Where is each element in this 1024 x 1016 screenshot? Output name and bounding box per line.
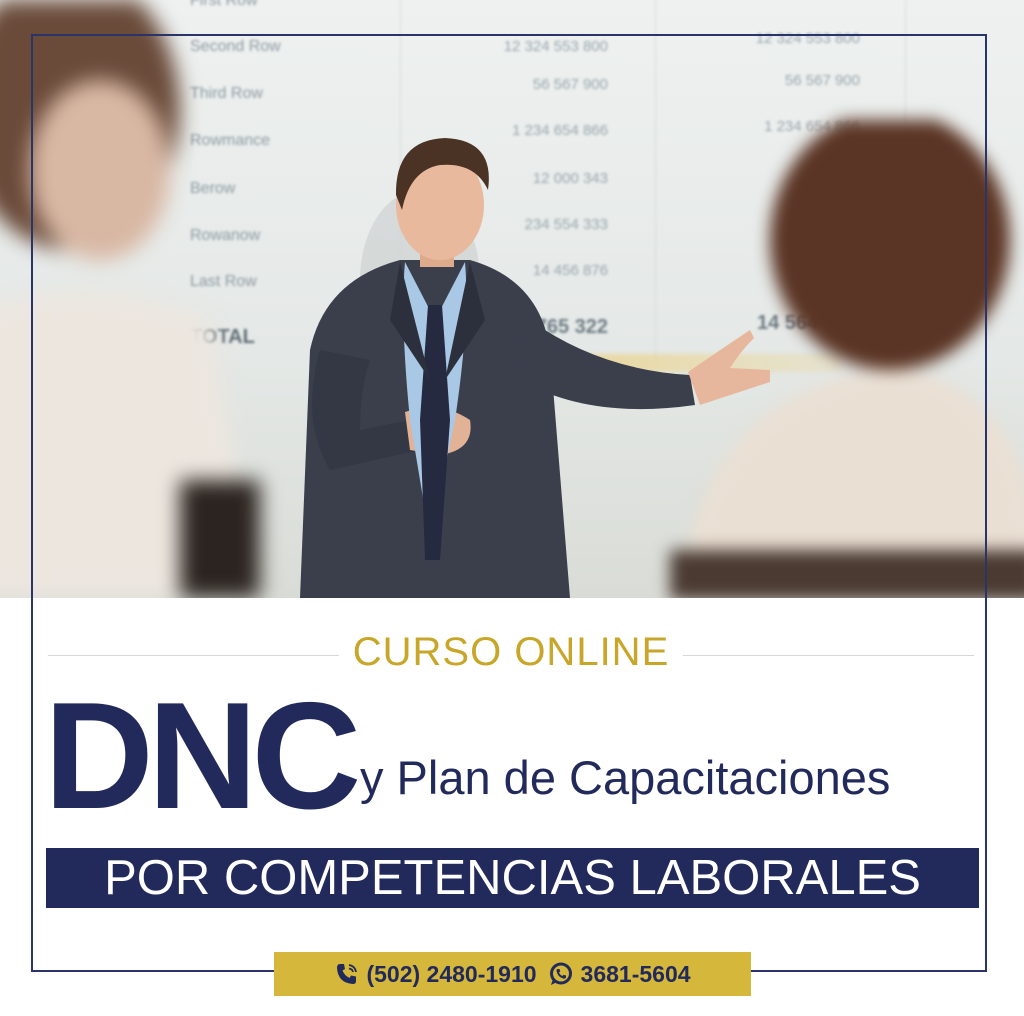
- banner-text: POR COMPETENCIAS LABORALES: [104, 851, 921, 905]
- whatsapp-icon: [549, 962, 572, 985]
- table-cell: 12 324 553 800: [503, 38, 608, 55]
- audience-member-left: [0, 0, 260, 598]
- hero-photo: First Row Second Row Third Row Rowmance …: [0, 0, 1024, 598]
- table-cell: 56 567 900: [784, 72, 860, 89]
- headline: DNC: [44, 671, 361, 841]
- whatsapp-number: 3681-5604: [580, 960, 691, 987]
- audience-member-right: [670, 120, 1024, 598]
- contact-bar: (502) 2480-1910 3681-5604: [274, 952, 751, 996]
- course-type: CURSO ONLINE: [338, 630, 684, 674]
- table-cell: 12 324 553 800: [755, 30, 860, 47]
- tagline: y Plan de Capacitaciones: [360, 751, 891, 804]
- phone-number: (502) 2480-1910: [366, 960, 537, 987]
- table-cell: 56 567 900: [532, 76, 608, 93]
- whatsapp-contact[interactable]: 3681-5604: [547, 960, 691, 988]
- phone-icon: [337, 964, 358, 984]
- phone-contact[interactable]: (502) 2480-1910: [334, 960, 537, 988]
- banner: POR COMPETENCIAS LABORALES: [46, 848, 979, 908]
